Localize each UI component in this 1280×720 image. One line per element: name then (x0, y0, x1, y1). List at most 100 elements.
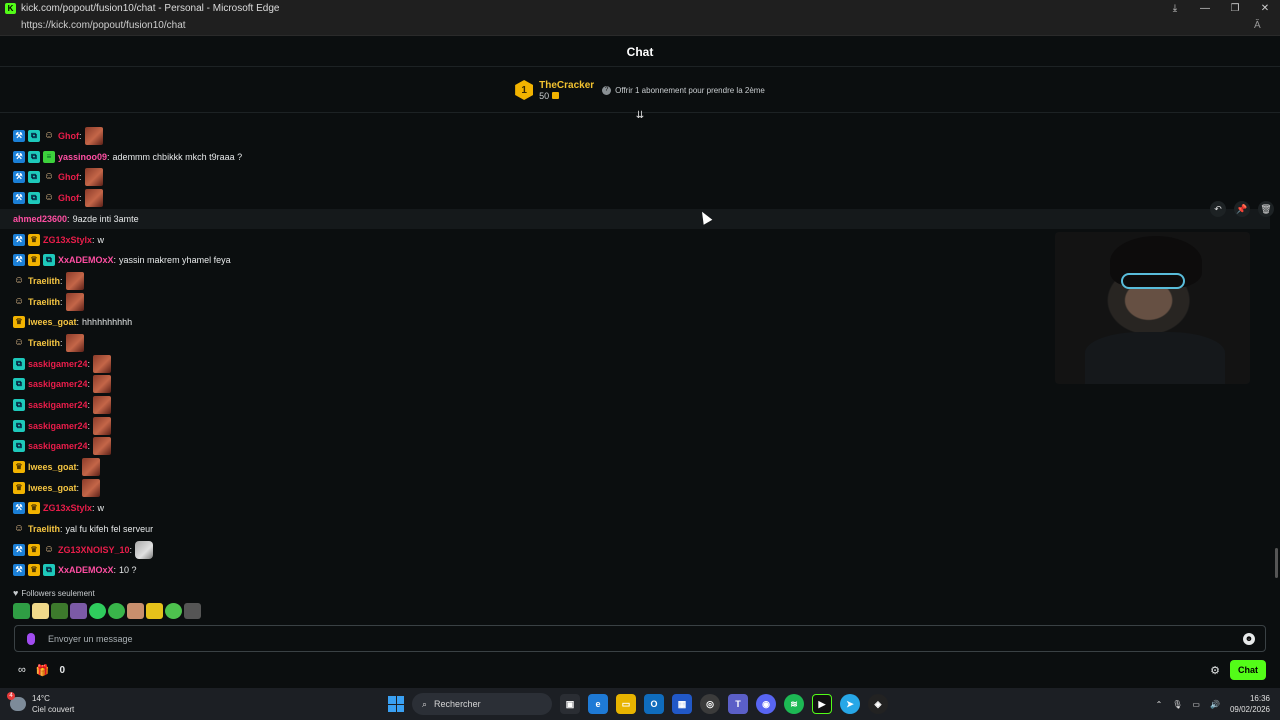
emote-icon[interactable] (13, 603, 30, 619)
windows-start-icon[interactable] (388, 696, 404, 712)
emote-icon[interactable] (108, 603, 125, 619)
store-icon[interactable]: ▦ (672, 694, 692, 714)
download-icon[interactable]: ⤓ (1160, 0, 1190, 16)
chat-message[interactable]: ⚒ ⧉ ☺ Ghof: (0, 167, 1270, 187)
username[interactable]: yassinoo09 (58, 152, 107, 162)
emote-icon[interactable] (146, 603, 163, 619)
username[interactable]: saskigamer24 (28, 441, 88, 451)
gifter-name[interactable]: TheCracker (539, 80, 594, 91)
chat-message[interactable]: ⧉ saskigamer24: (0, 395, 1270, 415)
weather-widget[interactable]: 4 14°C Ciel couvert (7, 692, 370, 715)
username[interactable]: XxADEMOxX (58, 255, 114, 265)
username[interactable]: ZG13xStylx (43, 235, 92, 245)
emote-icon[interactable] (165, 603, 182, 619)
moderator-badge-icon: ⚒ (13, 171, 25, 183)
clock[interactable]: 16:36 09/02/2026 (1230, 693, 1270, 715)
top-gifter-banner[interactable]: 1 TheCracker 50 ? Offrir 1 abonnement po… (0, 68, 1280, 113)
emoji-badge-icon: ☺ (43, 130, 55, 141)
scroll-to-bottom-icon[interactable]: ⇊ (634, 111, 646, 121)
cat-emote-icon (135, 541, 154, 559)
username[interactable]: Ghof (58, 172, 79, 182)
delete-icon[interactable]: 🗑 (1258, 201, 1274, 217)
emote-icon (84, 189, 103, 207)
mic-tray-icon[interactable]: 🎙 (1172, 700, 1182, 709)
gift-offer[interactable]: ? Offrir 1 abonnement pour prendre la 2è… (602, 85, 765, 95)
chat-message[interactable]: ⚒ ♛ ZG13xStylx: w (0, 498, 1270, 518)
message-text: w (97, 235, 105, 245)
chat-message[interactable]: ⚒ ♛ ☺ ZG13XNOISY_10: (0, 540, 1270, 560)
emote-icon[interactable] (184, 603, 201, 619)
chat-message[interactable]: ⚒ ⧉ ☺ Ghof: (0, 188, 1270, 208)
username[interactable]: lwees_goat (28, 317, 77, 327)
username[interactable]: saskigamer24 (28, 421, 88, 431)
username[interactable]: lwees_goat (28, 483, 77, 493)
username[interactable]: Traelith (28, 297, 60, 307)
gift-offer-text: Offrir 1 abonnement pour prendre la 2ème (615, 85, 765, 95)
username[interactable]: Traelith (28, 524, 60, 534)
emote-icon[interactable] (51, 603, 68, 619)
chevron-up-icon[interactable]: ⌃ (1156, 700, 1163, 709)
chat-message[interactable]: ☺ Traelith: yal fu kifeh fel serveur (0, 519, 1270, 539)
discord-icon[interactable]: ◉ (756, 694, 776, 714)
emote-icon[interactable] (89, 603, 106, 619)
teams-icon[interactable]: T (728, 694, 748, 714)
kick-app-icon[interactable]: ▶ (812, 694, 832, 714)
subscriber-badge-icon: ⧉ (28, 192, 40, 204)
network-icon[interactable]: ▭ (1192, 700, 1200, 709)
chat-message[interactable]: ♛ lwees_goat: (0, 478, 1270, 498)
gift-count-value: 50 (539, 90, 550, 101)
task-view-icon[interactable]: ▣ (560, 694, 580, 714)
emote-icon[interactable] (127, 603, 144, 619)
message-composer[interactable]: ☻ (14, 625, 1266, 652)
volume-icon[interactable]: 🔊 (1210, 700, 1220, 709)
close-window-button[interactable]: ✕ (1250, 0, 1280, 16)
taskbar-search[interactable]: ⌕ Rechercher (412, 693, 552, 715)
chat-message[interactable]: ⧉ saskigamer24: (0, 416, 1270, 436)
restore-button[interactable]: ❐ (1220, 0, 1250, 16)
address-bar[interactable]: https://kick.com/popout/fusion10/chat Ă (0, 16, 1280, 36)
undo-icon[interactable]: ↶ (1210, 201, 1226, 217)
pin-icon[interactable]: 📌 (1234, 201, 1250, 217)
read-aloud-icon[interactable]: Ă (1254, 20, 1274, 31)
url-text[interactable]: https://kick.com/popout/fusion10/chat (21, 20, 1254, 31)
spotify-icon[interactable]: ≋ (784, 694, 804, 714)
emote-icon[interactable] (32, 603, 49, 619)
mic-icon[interactable] (27, 632, 35, 645)
settings-gear-icon[interactable]: ⚙ (1210, 664, 1220, 677)
file-explorer-icon[interactable]: ▭ (616, 694, 636, 714)
chat-send-button[interactable]: Chat (1230, 660, 1266, 680)
minimize-button[interactable]: — (1190, 0, 1220, 16)
channel-points-icon[interactable]: ∞ (18, 664, 26, 676)
xbox-icon[interactable]: ◎ (700, 694, 720, 714)
outlook-icon[interactable]: O (644, 694, 664, 714)
username[interactable]: Traelith (28, 338, 60, 348)
chat-message[interactable]: ⚒ ⧉ ☺ Ghof: (0, 126, 1270, 146)
username[interactable]: ZG13XNOISY_10 (58, 545, 130, 555)
edge-icon[interactable]: e (588, 694, 608, 714)
chat-message[interactable]: ⚒ ⧉ ≡ yassinoo09: ademmm chbikkk mkch t9… (0, 147, 1270, 167)
app-icon[interactable]: ◈ (868, 694, 888, 714)
moderator-badge-icon: ⚒ (13, 130, 25, 142)
webcam-shoulders (1085, 332, 1225, 384)
username[interactable]: saskigamer24 (28, 359, 88, 369)
chat-message[interactable]: ⚒ ♛ ⧉ XxADEMOxX: 10 ? (0, 560, 1270, 580)
crown-badge-icon: ♛ (13, 316, 25, 328)
username[interactable]: saskigamer24 (28, 379, 88, 389)
gift-icon[interactable]: 🎁 (36, 664, 50, 677)
username[interactable]: lwees_goat (28, 462, 77, 472)
username[interactable]: Traelith (28, 276, 60, 286)
chat-scrollbar[interactable] (1275, 548, 1278, 578)
username[interactable]: Ghof (58, 131, 79, 141)
emote-icon[interactable] (70, 603, 87, 619)
chat-message-highlighted[interactable]: ahmed23600: 9azde inti 3amte (0, 209, 1270, 229)
telegram-icon[interactable]: ➤ (840, 694, 860, 714)
chat-message[interactable]: ⧉ saskigamer24: (0, 436, 1270, 456)
emoji-picker-icon[interactable]: ☻ (1243, 632, 1255, 645)
username[interactable]: Ghof (58, 193, 79, 203)
username[interactable]: saskigamer24 (28, 400, 88, 410)
message-input[interactable] (48, 633, 1243, 644)
username[interactable]: ahmed23600 (13, 214, 67, 224)
username[interactable]: XxADEMOxX (58, 565, 114, 575)
chat-message[interactable]: ♛ lwees_goat: (0, 457, 1270, 477)
username[interactable]: ZG13xStylx (43, 503, 92, 513)
